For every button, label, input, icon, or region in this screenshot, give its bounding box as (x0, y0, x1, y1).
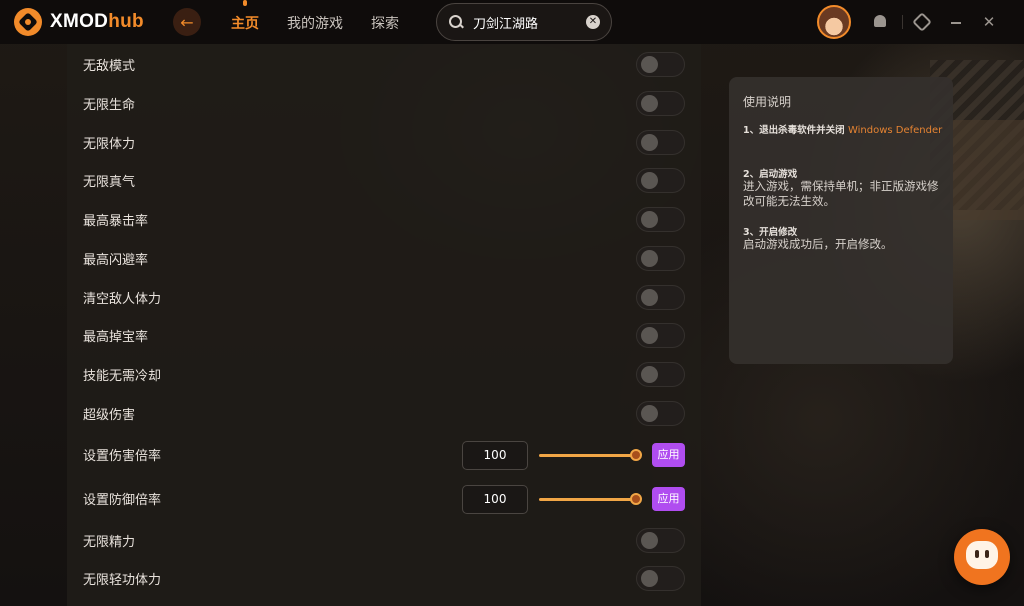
close-icon[interactable]: ✕ (980, 13, 998, 31)
chat-button[interactable] (954, 529, 1010, 585)
cheat-toggle[interactable] (636, 91, 685, 116)
multiplier-slider-thumb[interactable] (630, 493, 642, 505)
cheat-row: 无限精力 (83, 528, 687, 554)
chat-icon (966, 541, 998, 569)
cheat-label: 设置防御倍率 (83, 493, 162, 508)
back-button[interactable]: ← (173, 8, 201, 36)
toggle-knob (641, 172, 658, 189)
step-2-body: 进入游戏，需保持单机；非正版游戏修改可能无法生效。 (743, 179, 939, 208)
logo-icon (14, 8, 42, 36)
multiplier-input[interactable]: 100 (462, 485, 528, 514)
cheat-row: 超级伤害 (83, 401, 687, 427)
cheat-row: 无限生命 (83, 91, 687, 117)
cheat-toggle[interactable] (636, 362, 685, 387)
background-house (950, 120, 1024, 220)
main-nav: 主页 我的游戏 探索 (231, 13, 427, 33)
cheat-label: 超级伤害 (83, 408, 136, 423)
clear-icon[interactable]: ✕ (586, 15, 600, 29)
step-1-title: 1、退出杀毒软件并关闭 (743, 125, 845, 136)
header-divider (902, 15, 903, 29)
avatar[interactable] (817, 5, 851, 39)
instructions-card: 使用说明 1、退出杀毒软件并关闭 Windows Defender 2、启动游戏… (729, 77, 953, 364)
toggle-knob (641, 405, 658, 422)
nav-my-games[interactable]: 我的游戏 (287, 13, 343, 33)
multiplier-slider-track[interactable] (539, 498, 634, 501)
step-3-title: 3、开启修改 (743, 227, 798, 238)
toggle-knob (641, 366, 658, 383)
cheat-toggle[interactable] (636, 566, 685, 591)
cheat-label: 最高暴击率 (83, 214, 149, 229)
nav-explore[interactable]: 探索 (371, 13, 399, 33)
cheat-label: 无限精力 (83, 535, 136, 550)
toggle-knob (641, 289, 658, 306)
cheat-toggle[interactable] (636, 246, 685, 271)
multiplier-input[interactable]: 100 (462, 441, 528, 470)
toggle-knob (641, 56, 658, 73)
cheat-row: 技能无需冷却 (83, 362, 687, 388)
app-header: XMODhub ← 主页 我的游戏 探索 刀剑江湖路 ✕ ✕ (0, 0, 1024, 44)
cheat-toggle[interactable] (636, 323, 685, 348)
bell-icon[interactable] (871, 13, 889, 31)
arrow-left-icon: ← (180, 12, 194, 32)
toggle-knob (641, 134, 658, 151)
cheat-toggle[interactable] (636, 401, 685, 426)
cheat-row: 最高闪避率 (83, 246, 687, 272)
cheat-row: 最高掉宝率 (83, 323, 687, 349)
step-3-body: 启动游戏成功后，开启修改。 (743, 237, 893, 251)
windows-defender-link[interactable]: Windows Defender (848, 125, 942, 136)
search-box[interactable]: 刀剑江湖路 ✕ (436, 3, 612, 41)
toggle-knob (641, 95, 658, 112)
cheat-label: 最高闪避率 (83, 253, 149, 268)
cheat-toggle[interactable] (636, 168, 685, 193)
cheat-row: 无限轻功体力 (83, 566, 687, 592)
cheat-row: 无限真气 (83, 168, 687, 194)
toggle-knob (641, 211, 658, 228)
cheat-label: 清空敌人体力 (83, 292, 162, 307)
minimize-icon[interactable] (947, 13, 965, 31)
cheat-row-slider: 设置伤害倍率 100 应用 (83, 441, 687, 470)
toggle-knob (641, 250, 658, 267)
logo-text: XMODhub (50, 11, 144, 32)
cheat-row: 无敌模式 (83, 52, 687, 78)
settings-icon[interactable] (913, 13, 931, 31)
cheat-row-slider: 设置防御倍率 100 应用 (83, 485, 687, 514)
toggle-knob (641, 327, 658, 344)
cheat-row: 无限体力 (83, 130, 687, 156)
cheat-label: 无限真气 (83, 175, 136, 190)
cheat-label: 技能无需冷却 (83, 369, 162, 384)
toggle-knob (641, 532, 658, 549)
cheat-toggle[interactable] (636, 207, 685, 232)
cheat-label: 无敌模式 (83, 59, 136, 74)
cheat-label: 无限生命 (83, 98, 136, 113)
cheat-label: 无限体力 (83, 137, 136, 152)
search-icon (449, 15, 463, 29)
cheat-toggle[interactable] (636, 285, 685, 310)
nav-home[interactable]: 主页 (231, 13, 259, 33)
search-input[interactable]: 刀剑江湖路 (473, 13, 586, 32)
multiplier-slider-thumb[interactable] (630, 449, 642, 461)
step-2-title: 2、启动游戏 (743, 169, 798, 180)
cheat-row: 清空敌人体力 (83, 285, 687, 311)
toggle-knob (641, 570, 658, 587)
cheat-label: 最高掉宝率 (83, 330, 149, 345)
instructions-title: 使用说明 (743, 95, 792, 109)
apply-button[interactable]: 应用 (652, 443, 685, 467)
step-1: 1、退出杀毒软件并关闭 Windows Defender (743, 124, 943, 138)
app-logo[interactable]: XMODhub (14, 8, 144, 36)
cheat-label: 无限轻功体力 (83, 573, 162, 588)
cheat-toggle[interactable] (636, 528, 685, 553)
multiplier-slider-track[interactable] (539, 454, 634, 457)
cheat-toggle[interactable] (636, 130, 685, 155)
cheat-row: 最高暴击率 (83, 207, 687, 233)
cheat-toggle[interactable] (636, 52, 685, 77)
apply-button[interactable]: 应用 (652, 487, 685, 511)
cheat-label: 设置伤害倍率 (83, 449, 162, 464)
active-nav-indicator (243, 0, 247, 6)
